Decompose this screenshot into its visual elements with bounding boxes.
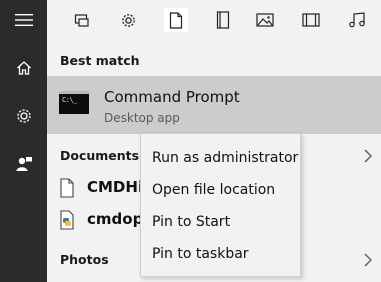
run-as-administrator-menu-item[interactable]: Run as administrator [141, 142, 300, 174]
photo-icon[interactable] [253, 8, 277, 32]
settings-gear-icon[interactable] [116, 8, 140, 32]
command-prompt-icon: C:\_ [59, 91, 89, 114]
pin-to-start-menu-item[interactable]: Pin to Start [141, 206, 300, 238]
left-rail [0, 0, 47, 282]
hamburger-menu-icon[interactable] [0, 0, 47, 40]
best-match-result[interactable]: C:\_ Command Prompt Desktop app [47, 76, 381, 134]
photos-heading[interactable]: Photos [60, 252, 109, 267]
pin-to-taskbar-menu-item[interactable]: Pin to taskbar [141, 238, 300, 270]
result-title: Command Prompt [104, 88, 240, 106]
filter-toolbar [47, 0, 381, 40]
best-match-heading: Best match [60, 53, 140, 68]
music-icon[interactable] [345, 8, 369, 32]
video-icon[interactable] [299, 8, 323, 32]
home-icon[interactable] [0, 48, 47, 88]
file-icon [60, 178, 74, 198]
gear-icon[interactable] [0, 96, 47, 136]
open-file-location-menu-item[interactable]: Open file location [141, 174, 300, 206]
command-prompt-icon-text: C:\_ [62, 96, 77, 104]
result-subtitle: Desktop app [104, 111, 180, 125]
folder-icon[interactable] [211, 8, 235, 32]
context-menu: Run as administrator Open file location … [140, 133, 301, 277]
photos-expand-chevron-icon[interactable] [363, 252, 373, 268]
user-feedback-icon[interactable] [0, 144, 47, 184]
documents-expand-chevron-icon[interactable] [363, 148, 373, 164]
documents-heading[interactable]: Documents [60, 148, 139, 163]
python-file-icon [60, 210, 74, 230]
document-icon[interactable] [164, 8, 188, 32]
apps-icon[interactable] [70, 8, 94, 32]
